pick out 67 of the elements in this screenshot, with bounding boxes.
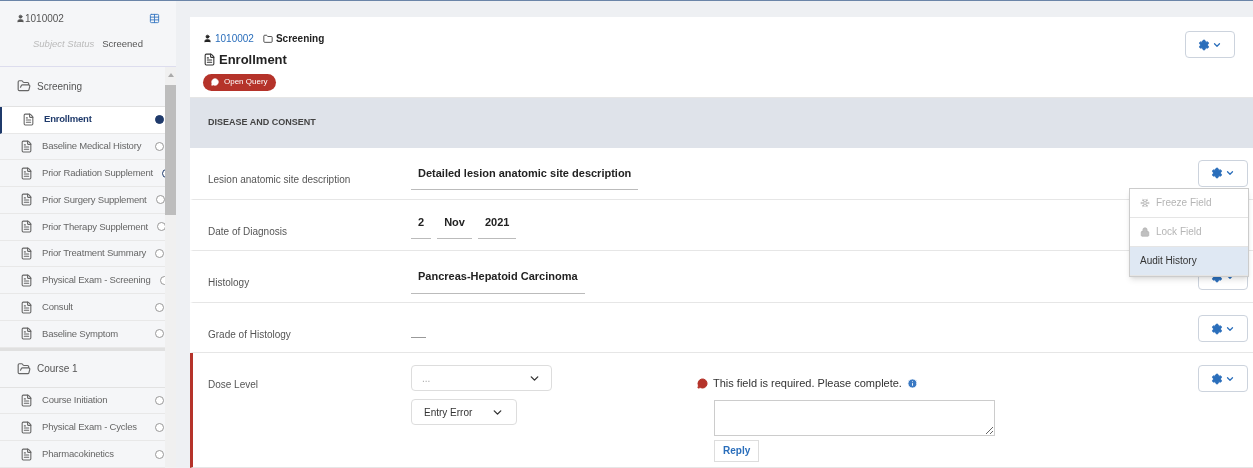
field-label: Lesion anatomic site description <box>208 173 351 185</box>
form-item[interactable]: Prior Therapy Supplement <box>0 213 165 241</box>
document-icon <box>22 113 35 127</box>
subject-id: 1010002 <box>25 12 64 26</box>
document-icon <box>20 220 33 234</box>
form-item[interactable]: Course Initiation <box>0 387 165 415</box>
reply-field[interactable] <box>714 399 995 436</box>
settings-button[interactable] <box>1185 31 1235 58</box>
comment-icon <box>697 378 708 389</box>
date-part: 2 <box>411 211 432 240</box>
select-value: Entry Error <box>424 405 473 420</box>
form-item[interactable]: Prior Treatment Summary <box>0 240 165 268</box>
settings-icon <box>1211 167 1223 180</box>
form-item[interactable]: Physical Exam - Cycles <box>0 414 165 442</box>
table-icon[interactable] <box>149 13 160 24</box>
section-header: DISEASE AND CONSENT <box>190 97 1253 148</box>
settings-icon <box>1198 38 1210 51</box>
document-icon <box>20 447 33 461</box>
document-icon <box>20 300 33 314</box>
snowflake-icon <box>1140 197 1150 208</box>
settings-button[interactable] <box>1198 159 1248 187</box>
settings-button[interactable] <box>1198 315 1248 343</box>
document-icon <box>20 247 33 261</box>
select-field[interactable]: Entry Error <box>411 399 517 426</box>
document-icon <box>20 394 33 407</box>
folder-icon <box>262 33 273 44</box>
status-value: Screened <box>102 37 143 51</box>
user-icon <box>16 14 25 23</box>
folder-name: Screening <box>275 32 325 46</box>
document-icon <box>20 420 33 434</box>
document-icon <box>20 273 33 287</box>
field-value: Detailed lesion anatomic site description <box>411 162 639 191</box>
document-icon <box>20 166 33 180</box>
scrollbar[interactable] <box>165 67 176 468</box>
document-icon <box>20 327 33 341</box>
date-part: Nov <box>437 211 472 240</box>
field-value: Pancreas-Hepatoid Carcinoma <box>411 266 585 294</box>
document-icon <box>20 139 33 153</box>
document-icon <box>203 53 216 67</box>
folder-icon <box>17 79 31 94</box>
field-label: Date of Diagnosis <box>208 225 287 237</box>
open-query-badge[interactable]: Open Query <box>203 73 276 91</box>
menu-item[interactable]: Audit History <box>1130 246 1248 276</box>
form-item[interactable]: Baseline Symptom <box>0 321 165 348</box>
form-item[interactable]: Consult <box>0 294 165 322</box>
comment-icon <box>211 78 219 86</box>
settings-button[interactable] <box>1198 365 1248 393</box>
query-message: This field is required. Please complete. <box>713 376 902 392</box>
document-icon <box>20 193 33 207</box>
info-icon <box>906 378 918 389</box>
field-label: Dose Level <box>208 379 259 391</box>
form-item[interactable]: Enrollment <box>0 106 165 134</box>
form-title: Enrollment <box>219 51 287 69</box>
form-item[interactable]: Baseline Medical History <box>0 133 165 161</box>
settings-icon <box>1211 322 1223 335</box>
select-placeholder: ... <box>422 371 431 386</box>
reply-button[interactable]: Reply <box>714 439 760 462</box>
field-label: Histology <box>208 277 250 289</box>
date-part: 2021 <box>477 211 517 240</box>
form-item[interactable]: Prior Surgery Supplement <box>0 187 165 214</box>
lock-icon <box>1140 226 1150 237</box>
form-item[interactable]: Pharmacokinetics <box>0 441 165 468</box>
user-icon <box>203 34 212 43</box>
folder-icon <box>17 361 31 376</box>
settings-icon <box>1211 372 1223 385</box>
subject-link[interactable]: 1010002 <box>215 31 254 46</box>
field-label: Grade of Histology <box>208 329 291 341</box>
